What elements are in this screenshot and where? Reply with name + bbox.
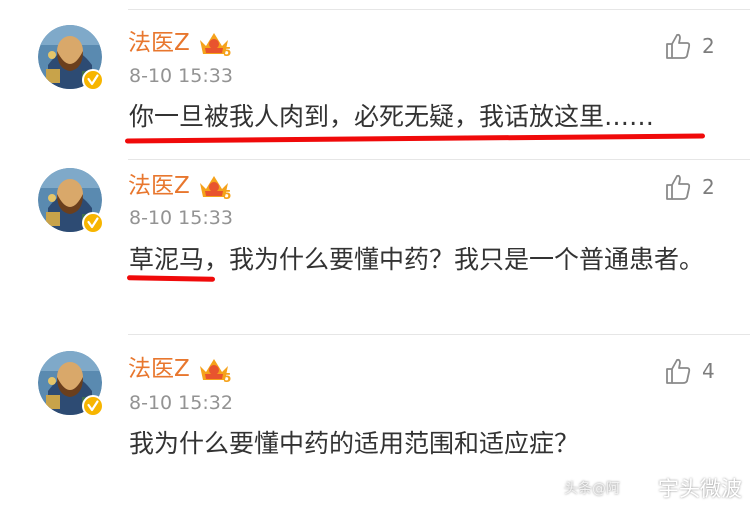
username-row: 法医Z 5	[128, 352, 231, 386]
comment-time: 8-10 15:32	[129, 392, 233, 414]
comment-list: 法医Z 5 8-10 15:33 你一旦被我人肉到，必死无疑，我话放这里…… 2	[0, 0, 750, 509]
like-count: 2	[702, 34, 715, 58]
thumbs-up-icon	[666, 174, 691, 200]
svg-text:5: 5	[223, 45, 231, 58]
username-row: 法医Z 5	[128, 169, 231, 203]
avatar[interactable]	[38, 168, 104, 234]
like-count: 4	[702, 359, 715, 383]
avatar[interactable]	[38, 25, 104, 91]
username[interactable]: 法医Z	[128, 169, 190, 203]
verified-badge-icon	[82, 212, 104, 234]
thumbs-up-icon	[666, 358, 691, 384]
watermark: 头条@阿 宇头微波	[564, 473, 742, 503]
watermark-faint-text: 头条@阿	[564, 481, 620, 497]
comment-text: 你一旦被我人肉到，必死无疑，我话放这里……	[129, 102, 655, 131]
avatar[interactable]	[38, 351, 104, 417]
verified-badge-icon	[82, 395, 104, 417]
crown-vip-icon: 5	[199, 176, 231, 201]
like-count: 2	[702, 175, 715, 199]
username[interactable]: 法医Z	[128, 26, 190, 60]
crown-vip-icon: 5	[199, 33, 231, 58]
svg-text:5: 5	[223, 188, 231, 201]
thumbs-up-icon	[666, 33, 691, 59]
username-row: 法医Z 5	[128, 26, 231, 60]
verified-badge-icon	[82, 69, 104, 91]
comment-item: 法医Z 5 8-10 15:33 你一旦被我人肉到，必死无疑，我话放这里…… 2	[0, 10, 750, 160]
crown-vip-icon: 5	[199, 359, 231, 384]
comment-time: 8-10 15:33	[129, 65, 233, 87]
like-button[interactable]: 2	[664, 173, 715, 201]
comment-text: 草泥马，我为什么要懂中药？我只是一个普通患者。	[129, 245, 705, 274]
weibo-logo-icon	[625, 478, 652, 500]
svg-text:5: 5	[223, 371, 231, 384]
username[interactable]: 法医Z	[128, 352, 190, 386]
like-button[interactable]: 2	[664, 32, 715, 60]
watermark-label: 宇头微波	[658, 477, 742, 501]
comment-time: 8-10 15:33	[129, 207, 233, 229]
like-button[interactable]: 4	[664, 357, 715, 385]
comment-item: 法医Z 5 8-10 15:33 草泥马，我为什么要懂中药？我只是一个普通患者。…	[0, 160, 750, 335]
comment-text: 我为什么要懂中药的适用范围和适应症？	[129, 429, 580, 458]
